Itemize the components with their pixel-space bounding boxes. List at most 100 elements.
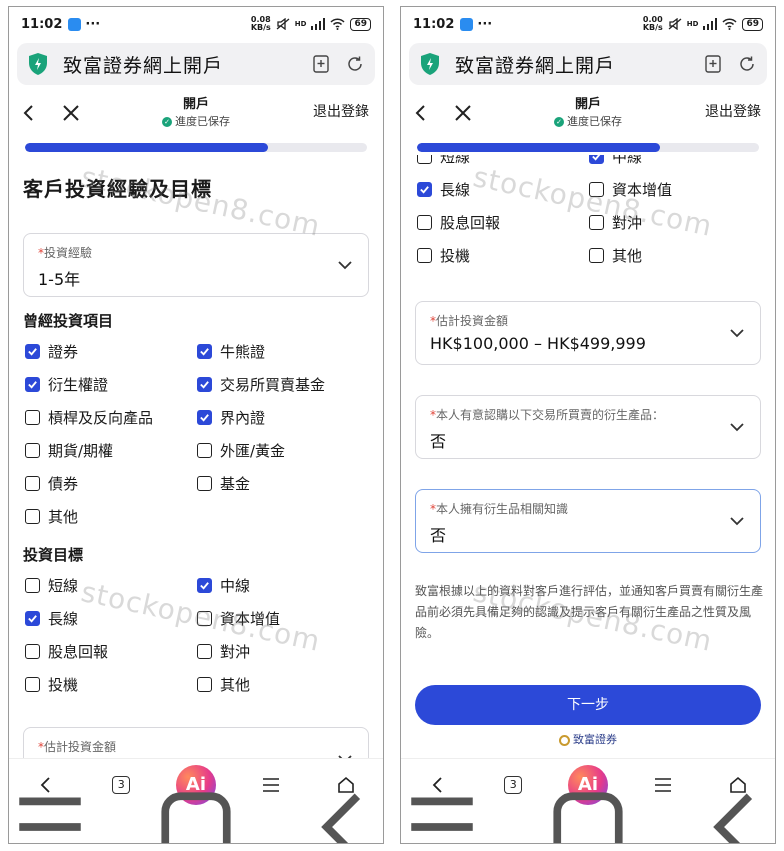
- checkbox-unchecked-icon[interactable]: [197, 644, 212, 659]
- tabs-button[interactable]: 3: [101, 765, 141, 805]
- derivative-intent-select[interactable]: *本人有意認購以下交易所買賣的衍生產品： 否: [415, 395, 761, 459]
- checkbox-label: 資本增值: [612, 181, 673, 199]
- status-icons: 0.08 KB/s HD 69: [251, 16, 371, 32]
- checkbox-unchecked-icon[interactable]: [417, 248, 432, 263]
- checkbox-unchecked-icon[interactable]: [589, 215, 604, 230]
- checkbox-item[interactable]: 外匯/黃金: [197, 440, 285, 461]
- checkbox-checked-icon[interactable]: [197, 578, 212, 593]
- checkbox-unchecked-icon[interactable]: [25, 578, 40, 593]
- refresh-icon[interactable]: [345, 54, 365, 74]
- checkbox-unchecked-icon[interactable]: [25, 644, 40, 659]
- checkbox-item[interactable]: 其他: [197, 674, 250, 695]
- address-bar[interactable]: 致富證券網上開戶: [409, 43, 767, 85]
- logout-link[interactable]: 退出登錄: [705, 101, 761, 121]
- checkbox-item[interactable]: 牛熊證: [197, 341, 265, 362]
- experience-label: *投資經驗: [38, 246, 93, 260]
- status-time: 11:02: [21, 16, 63, 32]
- mute-icon: [668, 18, 682, 30]
- checkbox-item[interactable]: 資本增值: [589, 179, 672, 200]
- checkbox-label: 槓桿及反向產品: [48, 409, 154, 427]
- checkbox-checked-icon[interactable]: [197, 344, 212, 359]
- checkbox-item[interactable]: 對沖: [197, 641, 250, 662]
- next-button[interactable]: 下一步: [415, 685, 761, 725]
- home-square-icon[interactable]: [547, 786, 629, 844]
- checkbox-label: 資本增值: [220, 610, 281, 628]
- checkbox-item[interactable]: 交易所買賣基金: [197, 374, 325, 395]
- wifi-icon: [330, 18, 346, 30]
- checkbox-item[interactable]: 資本增值: [197, 608, 280, 629]
- checkbox-unchecked-icon[interactable]: [25, 509, 40, 524]
- phone-screen-right: 11:02 ··· 0.00 KB/s HD 69 致富證券網上開戶 開戶 ✓ 進…: [400, 6, 776, 844]
- checkbox-item[interactable]: 投機: [25, 674, 78, 695]
- checkbox-unchecked-icon[interactable]: [25, 476, 40, 491]
- checkbox-item[interactable]: 債券: [25, 473, 78, 494]
- checkbox-item[interactable]: 中線: [197, 575, 250, 596]
- checkbox-item[interactable]: 界內證: [197, 407, 265, 428]
- checkbox-item[interactable]: 投機: [417, 245, 470, 266]
- experience-select[interactable]: *投資經驗 1-5年: [23, 233, 369, 297]
- checkbox-item[interactable]: 基金: [197, 473, 250, 494]
- checkbox-unchecked-icon[interactable]: [25, 410, 40, 425]
- checkbox-checked-icon[interactable]: [25, 344, 40, 359]
- checkbox-checked-icon[interactable]: [197, 377, 212, 392]
- logout-link[interactable]: 退出登錄: [313, 101, 369, 121]
- checkbox-unchecked-icon[interactable]: [197, 611, 212, 626]
- bookmark-add-icon[interactable]: [311, 54, 331, 74]
- checkbox-unchecked-icon[interactable]: [197, 443, 212, 458]
- tabs-button[interactable]: 3: [493, 765, 533, 805]
- checkbox-unchecked-icon[interactable]: [25, 677, 40, 692]
- checkbox-item[interactable]: 長線: [25, 608, 78, 629]
- checkbox-item[interactable]: 證券: [25, 341, 78, 362]
- checkbox-item[interactable]: 股息回報: [25, 641, 108, 662]
- menu-button[interactable]: [251, 765, 291, 805]
- checkbox-item[interactable]: 中線: [589, 155, 642, 167]
- amount-select[interactable]: *估計投資金額 HK$100,000 – HK$499,999: [415, 301, 761, 365]
- checkbox-unchecked-icon[interactable]: [417, 155, 432, 164]
- checkbox-checked-icon[interactable]: [197, 410, 212, 425]
- refresh-icon[interactable]: [737, 54, 757, 74]
- recents-icon[interactable]: [401, 786, 483, 844]
- chevron-down-icon: [730, 517, 744, 526]
- checkbox-item[interactable]: 槓桿及反向產品: [25, 407, 153, 428]
- checkbox-item[interactable]: 短線: [25, 575, 78, 596]
- system-nav-bar: [9, 792, 383, 843]
- checkbox-unchecked-icon[interactable]: [417, 215, 432, 230]
- system-nav-bar: [401, 792, 775, 843]
- checkbox-checked-icon[interactable]: [25, 611, 40, 626]
- derivative-intent-label: *本人有意認購以下交易所買賣的衍生產品：: [430, 408, 665, 422]
- checkbox-checked-icon[interactable]: [589, 155, 604, 164]
- disclaimer-text: 致富根據以上的資料對客戶進行評估，並通知客戶買賣有關衍生產品前必須先具備足夠的認…: [415, 584, 764, 640]
- checkbox-unchecked-icon[interactable]: [197, 476, 212, 491]
- checkbox-unchecked-icon[interactable]: [25, 443, 40, 458]
- checkbox-item[interactable]: 股息回報: [417, 212, 500, 233]
- checkbox-item[interactable]: 其他: [25, 506, 78, 527]
- menu-icon: [262, 777, 279, 792]
- derivative-knowledge-select[interactable]: *本人擁有衍生品相關知識 否: [415, 489, 761, 553]
- checkbox-checked-icon[interactable]: [417, 182, 432, 197]
- checkbox-unchecked-icon[interactable]: [589, 248, 604, 263]
- brand-logo-icon: [559, 734, 570, 746]
- menu-button[interactable]: [643, 765, 683, 805]
- recents-icon[interactable]: [9, 786, 91, 844]
- address-bar[interactable]: 致富證券網上開戶: [17, 43, 375, 85]
- system-back-icon[interactable]: [693, 786, 775, 844]
- checkbox-item[interactable]: 對沖: [589, 212, 642, 233]
- checkbox-label: 對沖: [220, 643, 251, 661]
- amount-select[interactable]: *估計投資金額: [23, 727, 369, 758]
- bookmark-add-icon[interactable]: [703, 54, 723, 74]
- amount-label: *估計投資金額: [430, 314, 509, 328]
- checkbox-item[interactable]: 其他: [589, 245, 642, 266]
- amount-label: *估計投資金額: [38, 740, 117, 754]
- checkbox-unchecked-icon[interactable]: [197, 677, 212, 692]
- home-square-icon[interactable]: [155, 786, 237, 844]
- checkbox-item[interactable]: 短線: [417, 155, 470, 167]
- checkbox-unchecked-icon[interactable]: [589, 182, 604, 197]
- progress-bar: [417, 143, 759, 152]
- checkbox-label: 債券: [48, 475, 79, 493]
- checkbox-item[interactable]: 期貨/期權: [25, 440, 113, 461]
- brand-name: 致富證券: [573, 733, 617, 746]
- checkbox-item[interactable]: 長線: [417, 179, 470, 200]
- checkbox-checked-icon[interactable]: [25, 377, 40, 392]
- system-back-icon[interactable]: [301, 786, 383, 844]
- checkbox-item[interactable]: 衍生權證: [25, 374, 108, 395]
